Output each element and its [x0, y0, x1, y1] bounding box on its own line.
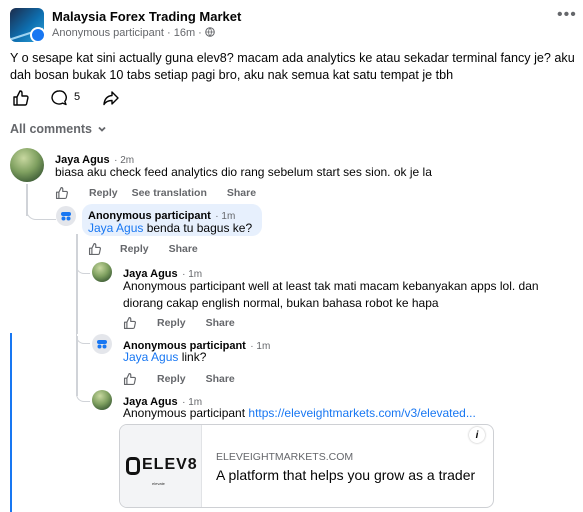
- link-preview-card[interactable]: ELEV8 elevate ELEVEIGHTMARKETS.COM A pla…: [119, 424, 494, 508]
- thread-line: [76, 336, 78, 396]
- comment-icon[interactable]: [50, 89, 68, 107]
- post-body: Y o sesape kat sini actually guna elev8?…: [10, 51, 575, 82]
- comments-filter[interactable]: All comments: [10, 122, 107, 136]
- avatar[interactable]: [92, 262, 112, 282]
- share-icon[interactable]: [102, 89, 120, 107]
- anonymous-avatar-icon[interactable]: [56, 206, 76, 226]
- post-author: Anonymous participant: [52, 27, 164, 39]
- comment-text: Jaya Agus link?: [123, 350, 207, 364]
- like-icon[interactable]: [123, 372, 137, 386]
- comment-time[interactable]: 1m: [256, 341, 270, 352]
- post-time[interactable]: 16m: [174, 27, 195, 39]
- see-translation-button[interactable]: See translation: [132, 187, 207, 199]
- info-icon[interactable]: i: [469, 427, 485, 443]
- reply-button[interactable]: Reply: [157, 317, 186, 329]
- thread-line: [76, 234, 78, 334]
- share-button[interactable]: Share: [169, 243, 198, 255]
- group-name[interactable]: Malaysia Forex Trading Market: [52, 9, 241, 24]
- like-icon[interactable]: [12, 89, 30, 107]
- link-preview-image: ELEV8 elevate: [120, 425, 202, 507]
- comment-text: Jaya Agus benda tu bagus ke?: [88, 221, 253, 235]
- reply-button[interactable]: Reply: [120, 243, 149, 255]
- comment-actions: Reply See translation Share: [55, 186, 256, 200]
- comment-text: biasa aku check feed analytics dio rang …: [55, 165, 432, 179]
- thread-connector: [76, 332, 90, 344]
- external-link[interactable]: https://eleveightmarkets.com/v3/elevated…: [248, 406, 475, 420]
- logo-subtext: elevate: [152, 481, 165, 486]
- thread-connector: [76, 262, 90, 274]
- anonymous-avatar-icon: [30, 27, 46, 43]
- like-icon[interactable]: [88, 242, 102, 256]
- elev8-logo-icon: [126, 457, 140, 475]
- more-icon[interactable]: •••: [557, 6, 577, 24]
- link-domain: ELEVEIGHTMARKETS.COM: [216, 451, 354, 463]
- comment-text: Anonymous participant well at least tak …: [123, 279, 539, 310]
- share-button[interactable]: Share: [206, 317, 235, 329]
- comment-text: Anonymous participant https://eleveightm…: [123, 406, 476, 420]
- mention-link[interactable]: Jaya Agus: [123, 350, 178, 364]
- comment-actions: Reply Share: [123, 316, 235, 330]
- mention-link[interactable]: Jaya Agus: [88, 221, 143, 235]
- thread-connector: [76, 390, 90, 402]
- post-meta: Anonymous participant · 16m ·: [52, 27, 215, 39]
- highlight-bar: [10, 333, 12, 512]
- like-icon[interactable]: [123, 316, 137, 330]
- comment-actions: Reply Share: [88, 242, 198, 256]
- logo-text: ELEV8: [142, 456, 198, 473]
- anonymous-avatar-icon[interactable]: [92, 334, 112, 354]
- avatar[interactable]: [92, 390, 112, 410]
- comment-actions: Reply Share: [123, 372, 235, 386]
- reply-button[interactable]: Reply: [157, 373, 186, 385]
- reply-button[interactable]: Reply: [89, 187, 118, 199]
- link-title: A platform that helps you grow as a trad…: [216, 467, 476, 483]
- globe-icon: [205, 27, 215, 37]
- post-actions: 5: [10, 88, 160, 108]
- like-icon[interactable]: [55, 186, 69, 200]
- share-button[interactable]: Share: [227, 187, 256, 199]
- avatar[interactable]: [10, 148, 44, 182]
- chevron-down-icon: [98, 126, 107, 132]
- share-button[interactable]: Share: [206, 373, 235, 385]
- comment-count: 5: [74, 91, 81, 103]
- thread-connector: [26, 208, 56, 220]
